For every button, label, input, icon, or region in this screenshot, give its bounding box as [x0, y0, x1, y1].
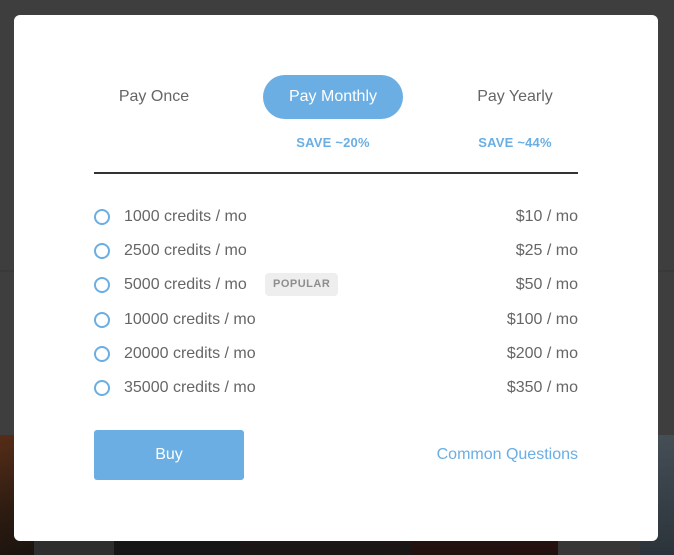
plan-label: 35000 credits / mo [124, 378, 256, 396]
tab-pay-once[interactable]: Pay Once [94, 75, 214, 119]
plan-label: 2500 credits / mo [124, 242, 247, 260]
plan-option-2500[interactable]: 2500 credits / mo $25 / mo [94, 234, 578, 268]
plan-label: 5000 credits / mo [124, 276, 247, 294]
plan-option-20000[interactable]: 20000 credits / mo $200 / mo [94, 337, 578, 371]
plan-price: $50 / mo [515, 276, 578, 294]
plan-label: 1000 credits / mo [124, 208, 247, 225]
plan-list: 1000 credits / mo $10 / mo 2500 credits … [94, 200, 578, 405]
plan-price: $100 / mo [506, 310, 578, 328]
save-yearly-label: SAVE ~44% [478, 135, 552, 150]
tab-pay-yearly[interactable]: Pay Yearly [455, 75, 575, 119]
plan-label: 20000 credits / mo [124, 344, 256, 362]
radio-unselected-icon[interactable] [94, 311, 110, 328]
radio-unselected-icon[interactable] [94, 379, 110, 396]
plan-price: $10 / mo [515, 208, 578, 225]
pricing-modal: Pay Once Pay Monthly Pay Yearly SAVE ~20… [14, 15, 658, 541]
buy-button[interactable]: Buy [94, 430, 244, 480]
plan-price: $200 / mo [506, 344, 578, 362]
plan-price: $350 / mo [506, 378, 578, 396]
plan-option-5000[interactable]: 5000 credits / mo POPULAR $50 / mo [94, 268, 578, 302]
tab-pay-monthly[interactable]: Pay Monthly [263, 75, 403, 119]
radio-unselected-icon[interactable] [94, 209, 110, 225]
common-questions-link[interactable]: Common Questions [437, 430, 578, 480]
popular-badge: POPULAR [265, 273, 339, 297]
plan-option-1000[interactable]: 1000 credits / mo $10 / mo [94, 200, 578, 234]
plan-option-35000[interactable]: 35000 credits / mo $350 / mo [94, 371, 578, 405]
plan-label: 10000 credits / mo [124, 310, 256, 328]
save-monthly-label: SAVE ~20% [296, 135, 370, 150]
billing-tabs: Pay Once Pay Monthly Pay Yearly SAVE ~20… [94, 75, 578, 175]
tabs-divider [94, 172, 578, 174]
plan-price: $25 / mo [515, 242, 578, 260]
radio-unselected-icon[interactable] [94, 345, 110, 362]
radio-unselected-icon[interactable] [94, 243, 110, 260]
radio-unselected-icon[interactable] [94, 277, 110, 294]
plan-option-10000[interactable]: 10000 credits / mo $100 / mo [94, 303, 578, 337]
